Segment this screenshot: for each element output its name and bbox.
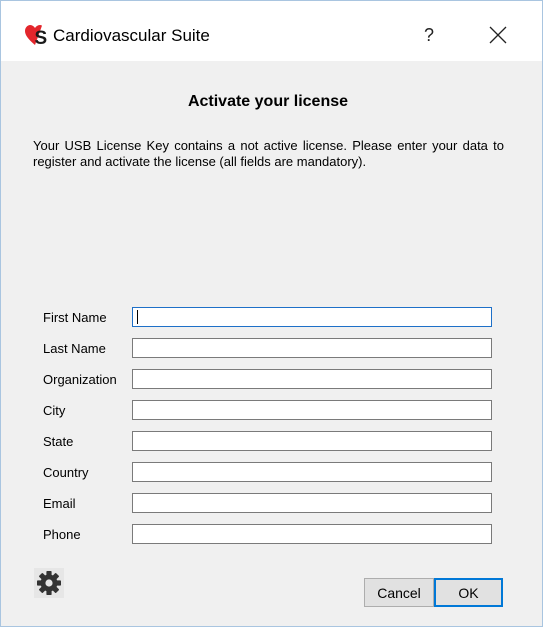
cancel-button[interactable]: Cancel bbox=[364, 578, 434, 607]
gear-icon bbox=[34, 568, 64, 598]
country-input[interactable] bbox=[132, 462, 492, 482]
organization-label: Organization bbox=[43, 372, 117, 387]
first-name-label: First Name bbox=[43, 310, 107, 325]
settings-button[interactable] bbox=[34, 568, 64, 598]
organization-input[interactable] bbox=[132, 369, 492, 389]
dialog-heading: Activate your license bbox=[187, 93, 349, 110]
email-label: Email bbox=[43, 496, 76, 511]
dialog-description: Your USB License Key contains a not acti… bbox=[33, 138, 504, 169]
close-button[interactable] bbox=[478, 19, 518, 51]
app-logo-icon: S bbox=[25, 25, 48, 47]
city-input[interactable] bbox=[132, 400, 492, 420]
ok-button[interactable]: OK bbox=[434, 578, 503, 607]
last-name-input[interactable] bbox=[132, 338, 492, 358]
text-caret bbox=[137, 310, 138, 324]
title-bar: S Cardiovascular Suite ? bbox=[1, 1, 542, 61]
help-button[interactable]: ? bbox=[411, 19, 447, 51]
first-name-input[interactable] bbox=[132, 307, 492, 327]
last-name-label: Last Name bbox=[43, 341, 106, 356]
city-label: City bbox=[43, 403, 66, 418]
close-icon bbox=[489, 26, 507, 44]
svg-text:S: S bbox=[35, 28, 48, 47]
state-input[interactable] bbox=[132, 431, 492, 451]
phone-label: Phone bbox=[43, 527, 81, 542]
window-title: Cardiovascular Suite bbox=[53, 26, 210, 45]
country-label: Country bbox=[43, 465, 89, 480]
phone-input[interactable] bbox=[132, 524, 492, 544]
license-dialog-window: S Cardiovascular Suite ? Activate your l… bbox=[0, 0, 543, 627]
dialog-content: Activate your license Your USB License K… bbox=[1, 61, 542, 626]
email-input[interactable] bbox=[132, 493, 492, 513]
state-label: State bbox=[43, 434, 74, 449]
